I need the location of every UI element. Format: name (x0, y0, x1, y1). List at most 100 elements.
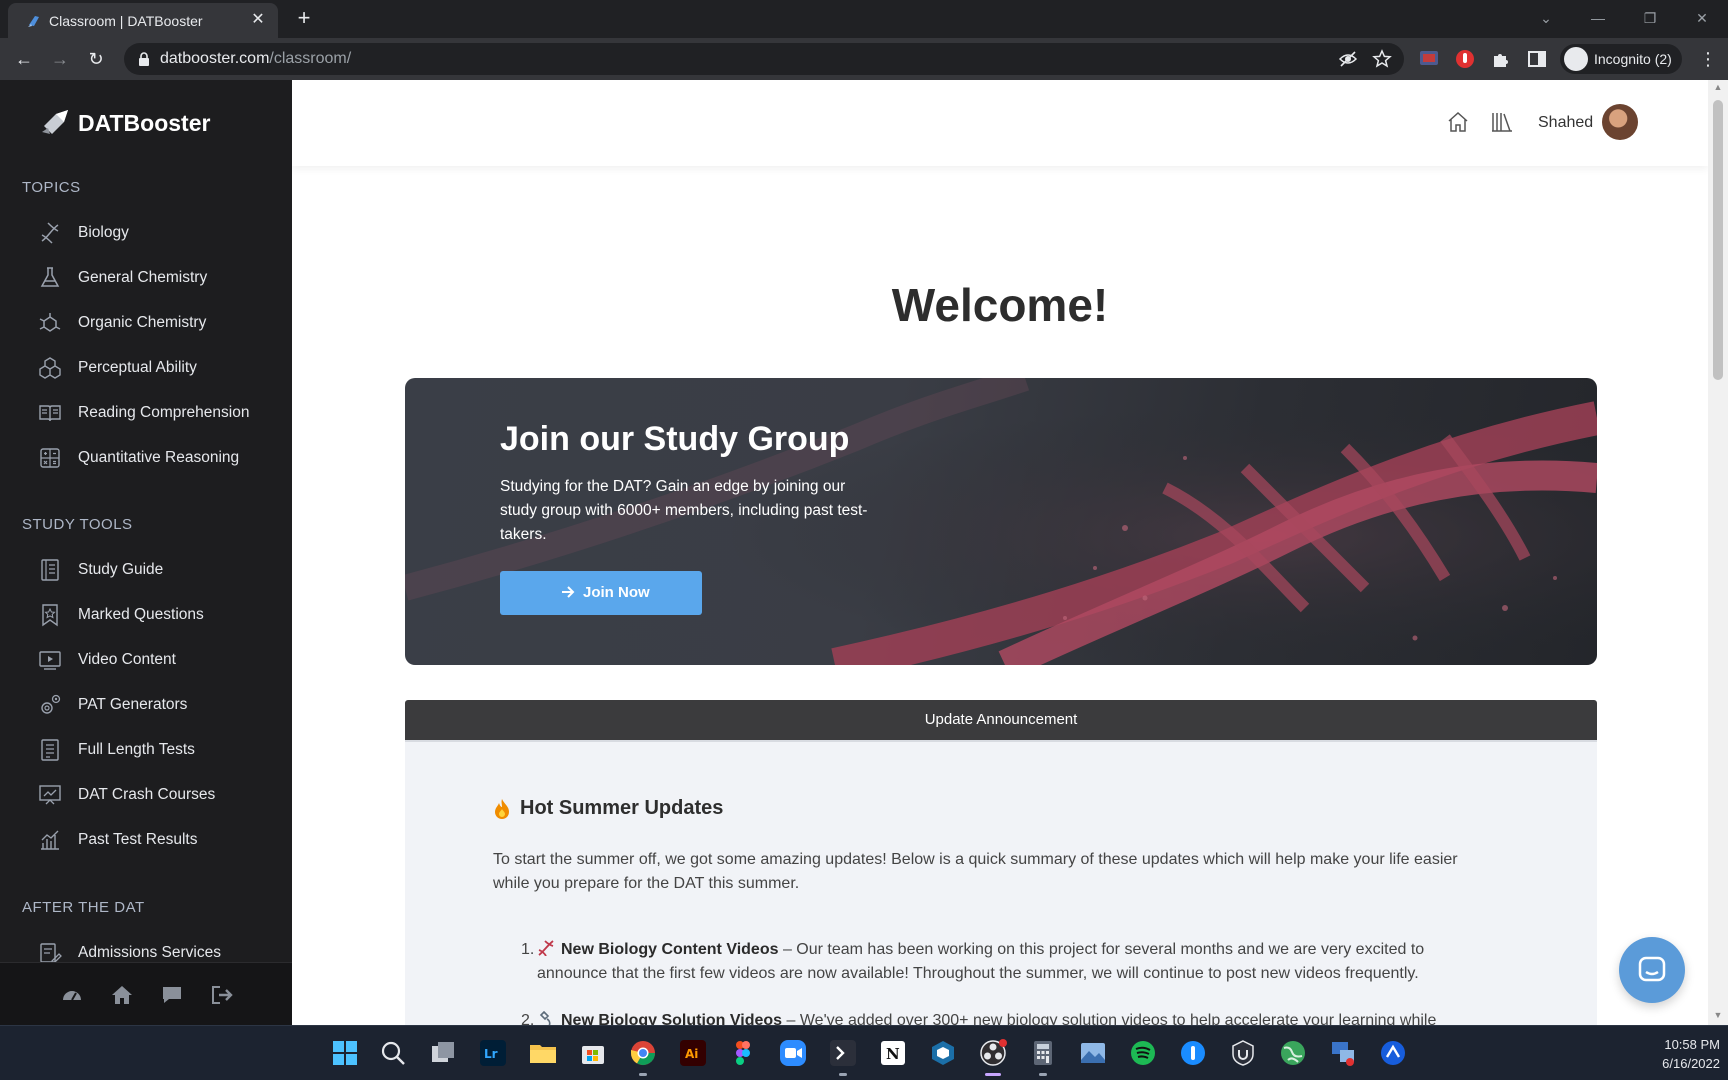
sidebar-item-label: PAT Generators (78, 696, 188, 713)
sidebar-item-perceptual-ability[interactable]: Perceptual Ability (36, 350, 286, 386)
minimize-icon[interactable]: — (1584, 6, 1612, 30)
sidebar-item-pat-generators[interactable]: PAT Generators (36, 687, 286, 723)
sidebar-item-study-guide[interactable]: Study Guide (36, 552, 286, 588)
globe-app-icon[interactable] (1278, 1038, 1308, 1068)
bitwarden-icon[interactable] (1378, 1038, 1408, 1068)
star-icon[interactable] (1372, 49, 1392, 69)
home-icon[interactable] (110, 983, 134, 1007)
1password-icon[interactable] (1178, 1038, 1208, 1068)
flask-icon (40, 267, 60, 287)
browser-menu-icon[interactable]: ⋮ (1696, 47, 1720, 71)
sidebar-item-label: Full Length Tests (78, 741, 195, 758)
task-view-icon[interactable] (428, 1038, 458, 1068)
chat-icon[interactable] (160, 983, 184, 1007)
sidebar-item-label: Past Test Results (78, 831, 198, 848)
active-indicator (985, 1073, 1001, 1076)
microsoft-store-icon[interactable] (578, 1038, 608, 1068)
obs-icon[interactable] (978, 1038, 1008, 1068)
address-bar[interactable]: datbooster.com/classroom/ (124, 43, 1404, 75)
announcement-header-title: Update Announcement (924, 711, 1078, 728)
zoom-icon[interactable] (778, 1038, 808, 1068)
document-icon (41, 739, 59, 761)
bar-chart-icon (41, 830, 59, 850)
dashboard-icon[interactable] (60, 983, 84, 1007)
section-after-the-dat: AFTER THE DAT (22, 899, 145, 916)
sidebar-item-organic-chemistry[interactable]: Organic Chemistry (36, 305, 286, 341)
sidebar-item-label: Study Guide (78, 561, 164, 578)
system-clock[interactable]: 10:58 PM 6/16/2022 (1640, 1035, 1720, 1073)
announcement-header: Update Announcement (405, 700, 1597, 740)
tab-search-icon[interactable]: ⌄ (1532, 6, 1560, 30)
spotify-icon[interactable] (1128, 1038, 1158, 1068)
shield-app-icon[interactable] (1228, 1038, 1258, 1068)
announcement-intro: To start the summer off, we got some ama… (493, 851, 1458, 892)
sidebar-item-full-length-tests[interactable]: Full Length Tests (36, 732, 286, 768)
logout-icon[interactable] (210, 983, 234, 1007)
list-item: 2. New Biology Solution Videos – We've a… (521, 1009, 1497, 1025)
support-chat-button[interactable] (1619, 937, 1685, 1003)
sketchup-icon[interactable] (928, 1038, 958, 1068)
chrome-icon[interactable] (628, 1038, 658, 1068)
photos-icon[interactable] (1078, 1038, 1108, 1068)
calculator-icon (40, 448, 60, 468)
page-scrollbar[interactable]: ▲ ▼ (1708, 80, 1728, 1025)
sidebar-item-marked-questions[interactable]: Marked Questions (36, 597, 286, 633)
announcement-body: Hot Summer Updates To start the summer o… (405, 740, 1597, 1025)
calculator-app-icon[interactable] (1028, 1038, 1058, 1068)
library-icon[interactable] (1490, 110, 1514, 134)
incognito-label: Incognito (2) (1594, 51, 1672, 67)
scroll-up-icon[interactable]: ▲ (1712, 82, 1724, 94)
book-icon (39, 405, 61, 422)
extension-hand-icon[interactable] (1454, 48, 1476, 70)
network-pc-icon[interactable] (1328, 1038, 1358, 1068)
lightroom-icon[interactable]: Lr (478, 1038, 508, 1068)
home-icon[interactable] (1446, 110, 1470, 134)
join-now-button[interactable]: Join Now (500, 571, 702, 615)
main-content: Shahed Welcome! Join our Study Group Stu… (292, 80, 1708, 1025)
side-panel-icon[interactable] (1526, 48, 1548, 70)
sidebar-item-dat-crash-courses[interactable]: DAT Crash Courses (36, 777, 286, 813)
sidebar-item-biology[interactable]: Biology (36, 215, 286, 251)
join-now-label: Join Now (583, 584, 650, 601)
sidebar-item-past-test-results[interactable]: Past Test Results (36, 822, 286, 858)
sidebar-item-label: Video Content (78, 651, 176, 668)
new-tab-icon[interactable]: + (292, 6, 316, 30)
extensions-puzzle-icon[interactable] (1490, 48, 1512, 70)
running-indicator (639, 1073, 647, 1076)
scroll-down-icon[interactable]: ▼ (1712, 1010, 1724, 1022)
extension-screen-icon[interactable] (1418, 48, 1440, 70)
sidebar-item-reading-comprehension[interactable]: Reading Comprehension (36, 395, 286, 431)
sidebar-item-video-content[interactable]: Video Content (36, 642, 286, 678)
close-window-icon[interactable]: ✕ (1688, 6, 1716, 30)
lock-icon (139, 52, 149, 66)
restore-icon[interactable]: ❐ (1636, 6, 1664, 30)
scrollbar-thumb[interactable] (1713, 100, 1723, 380)
back-icon[interactable]: ← (12, 47, 36, 71)
browser-tab-bar: Classroom | DATBooster ✕ + ⌄ — ❐ ✕ (0, 0, 1728, 38)
close-tab-icon[interactable]: ✕ (248, 10, 268, 30)
molecule-icon (39, 313, 61, 332)
brand-name: DATBooster (78, 110, 211, 136)
sidebar-item-label: Reading Comprehension (78, 404, 250, 421)
avatar[interactable] (1602, 104, 1638, 140)
notion-icon[interactable]: N (878, 1038, 908, 1068)
figma-icon[interactable] (728, 1038, 758, 1068)
browser-tab[interactable]: Classroom | DATBooster ✕ (8, 3, 278, 38)
tab-title: Classroom | DATBooster (49, 13, 203, 29)
reload-icon[interactable]: ↻ (84, 47, 108, 71)
eye-slash-icon[interactable] (1338, 49, 1358, 69)
incognito-badge[interactable]: Incognito (2) (1560, 44, 1682, 74)
sidebar-item-quantitative-reasoning[interactable]: Quantitative Reasoning (36, 440, 286, 476)
list-number: 1. (521, 941, 535, 958)
clock-time: 10:58 PM (1664, 1037, 1720, 1052)
windows-start-icon[interactable] (330, 1038, 360, 1068)
user-name[interactable]: Shahed (1538, 114, 1593, 132)
sidebar-item-general-chemistry[interactable]: General Chemistry (36, 260, 286, 296)
terminal-icon[interactable] (828, 1038, 858, 1068)
banner-text: Studying for the DAT? Gain an edge by jo… (500, 478, 868, 543)
url-text: datbooster.com/classroom/ (160, 50, 352, 67)
forward-icon[interactable]: → (48, 47, 72, 71)
illustrator-icon[interactable]: Ai (678, 1038, 708, 1068)
search-icon[interactable] (378, 1038, 408, 1068)
file-explorer-icon[interactable] (528, 1038, 558, 1068)
